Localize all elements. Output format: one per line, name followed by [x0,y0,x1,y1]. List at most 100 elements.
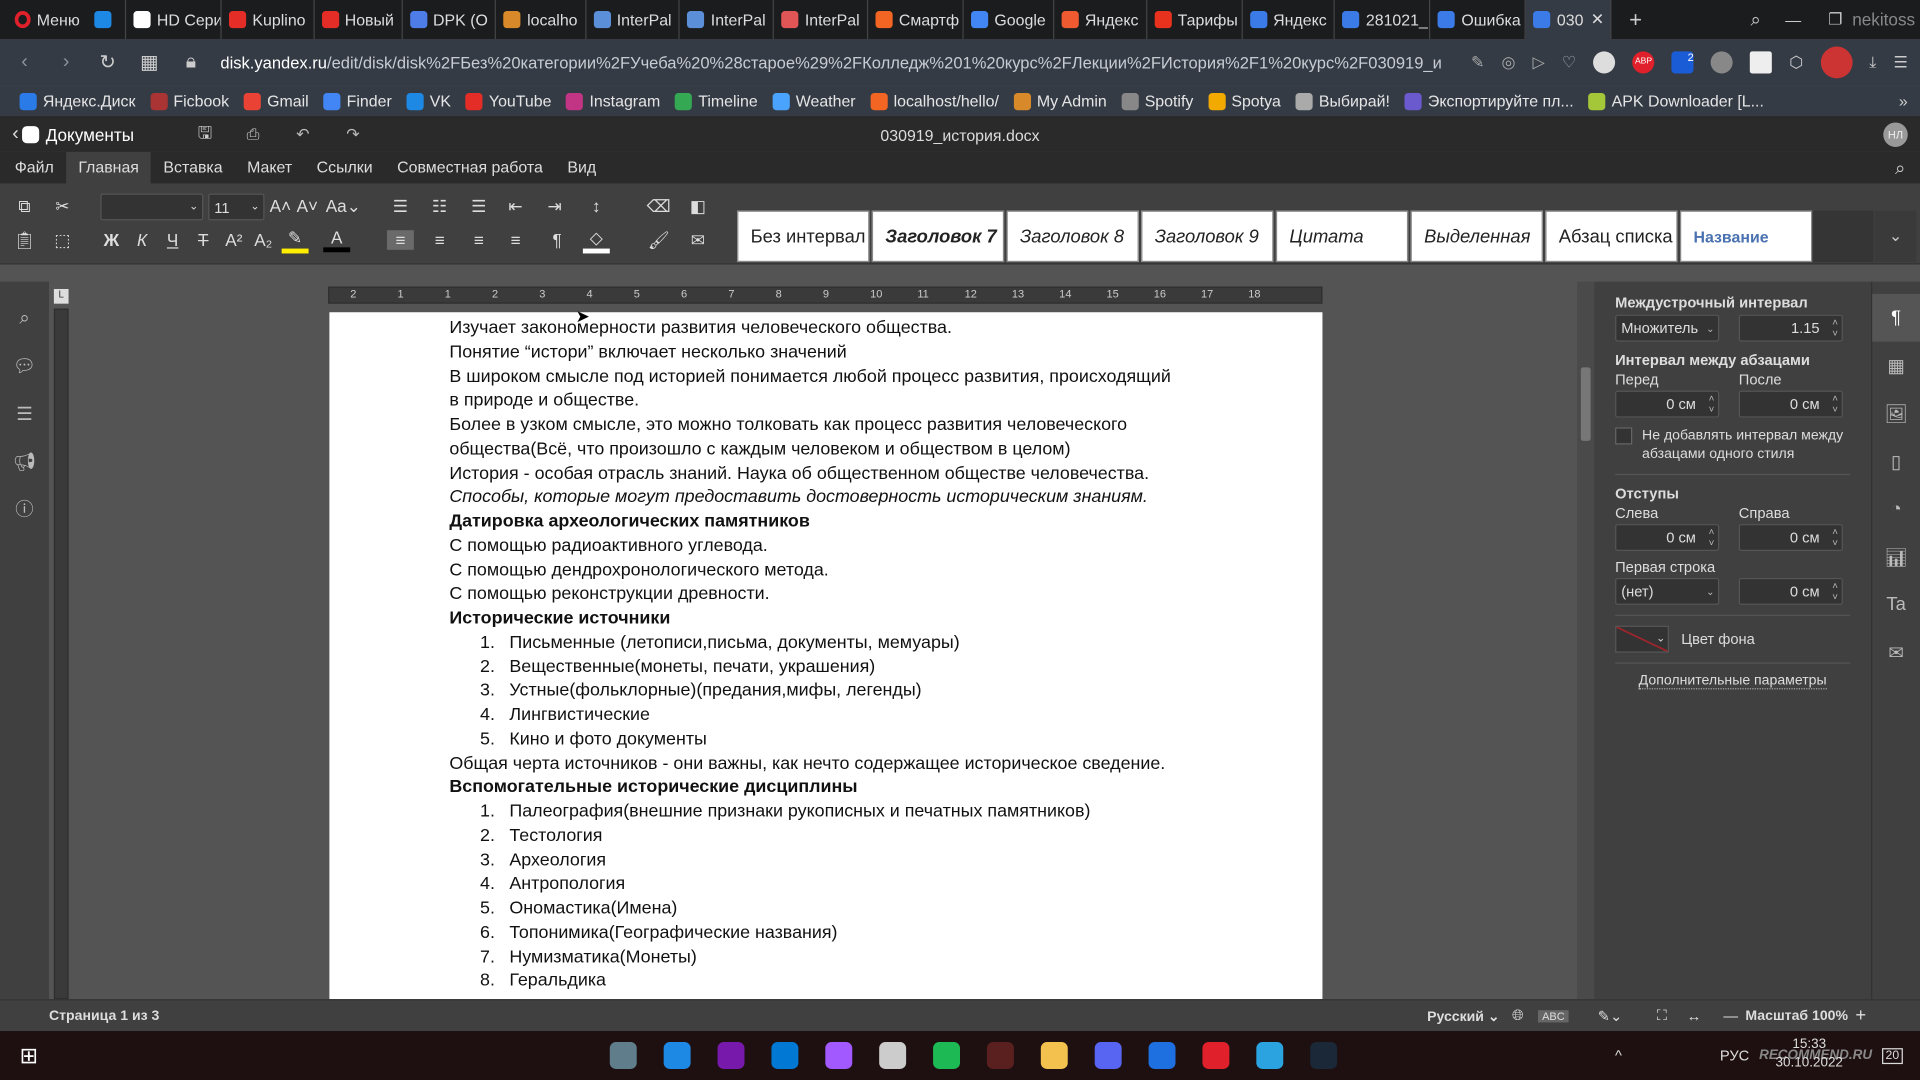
shading-icon[interactable]: ◇ [582,228,610,254]
browser-tab[interactable]: Яндекс [1054,0,1148,40]
search-tabs-icon[interactable]: ⌕ [1751,9,1761,30]
font-name-select[interactable]: ⌄ [100,193,204,221]
paste-icon[interactable]: 📋︎ [11,230,38,251]
subscript-icon[interactable]: A₂ [250,230,277,250]
profile-avatar[interactable] [1820,46,1853,79]
bookmark-item[interactable]: Timeline [668,92,766,110]
zoom-in-icon[interactable]: + [1855,1005,1866,1026]
send-icon[interactable]: ▷ [1533,53,1545,73]
taskbar-app-icon[interactable] [866,1031,920,1080]
clock[interactable]: 15:33 30.10.2022 [1776,1036,1843,1073]
line-spacing-mode-select[interactable]: Множитель ⌄ [1615,314,1720,342]
bold-icon[interactable]: Ж [98,230,125,250]
track-changes-icon[interactable]: ✎⌄ [1598,1007,1623,1024]
document-body[interactable]: Изучает закономерности развития человече… [449,317,1208,994]
bookmark-item[interactable]: Gmail [236,92,316,110]
browser-tab[interactable]: HD Сериал [126,0,222,40]
select-all-icon[interactable]: ⬚ [49,230,76,251]
line-spacing-icon[interactable]: ↕ [583,196,610,216]
url-input[interactable]: disk.yandex.ru/edit/disk/disk%2FБез%20ка… [220,53,1453,71]
header-footer-icon[interactable]: ▯ [1872,437,1920,485]
taskbar-app-icon[interactable] [974,1031,1028,1080]
color-scheme-icon[interactable]: ◧ [684,196,711,217]
increase-font-icon[interactable]: A˄ [267,196,294,216]
navigation-icon[interactable]: ☰ [0,389,49,437]
vpn-extension-icon[interactable] [1593,51,1616,74]
feedback-icon[interactable]: 📢︎ [0,437,49,485]
forward-icon[interactable]: › [54,51,78,73]
download-icon[interactable]: ⤓ [1869,53,1876,73]
bookmark-item[interactable]: Finder [316,92,399,110]
underline-icon[interactable]: Ч [159,230,186,250]
vertical-scrollbar[interactable] [1577,281,1595,1000]
taskbar-app-icon[interactable] [1189,1031,1243,1080]
browser-tab[interactable]: DPK (О [402,0,497,40]
bookmark-item[interactable]: VK [399,92,458,110]
document-page[interactable]: Изучает закономерности развития человече… [329,312,1323,1000]
bookmark-item[interactable]: Weather [765,92,863,110]
taskbar-app-icon[interactable] [596,1031,650,1080]
menu-tab[interactable]: Совместная работа [385,152,555,184]
paragraph-settings-icon[interactable]: ¶ [1872,293,1920,342]
italic-icon[interactable]: К [129,230,156,250]
extensions-cube-icon[interactable]: ⬡ [1789,53,1803,73]
minimize-icon[interactable]: — [1785,10,1801,28]
fit-width-icon[interactable]: ↔ [1687,1007,1702,1024]
browser-tab[interactable]: Ошибка [1431,0,1527,40]
more-bookmarks-icon[interactable]: » [1899,92,1908,110]
textart-settings-icon[interactable]: Ta [1872,580,1920,628]
user-avatar[interactable]: НЛ [1883,122,1908,147]
speed-dial-icon[interactable]: ▦ [137,50,161,74]
browser-tab-active[interactable]: 030 ✕ [1526,0,1612,40]
right-indent-input[interactable]: 0 см ˄ ˅ [1738,524,1843,552]
close-tab-icon[interactable]: ✕ [1591,10,1604,30]
input-language[interactable]: РУС [1720,1047,1749,1064]
restore-icon[interactable]: ❐ [1828,10,1842,30]
scrollbar-thumb[interactable] [1580,367,1591,441]
taskbar-app-icon[interactable] [758,1031,812,1080]
comments-icon[interactable]: 💬︎ [0,342,49,390]
bookmark-heart-icon[interactable]: ♡ [1562,53,1576,73]
adblock-extension-icon[interactable]: ABP [1632,51,1655,74]
easy-setup-icon[interactable]: ☰ [1893,53,1907,73]
style-preset[interactable]: Заголовок 8 [1006,210,1139,263]
background-color-picker[interactable]: ⌄ [1615,625,1669,653]
change-case-icon[interactable]: Aa⌄ [326,196,361,217]
browser-tab[interactable]: InterPal [680,0,775,40]
bookmark-item[interactable]: Ficbook [143,92,237,110]
bookmark-item[interactable]: Яндекс.Диск [12,92,143,110]
browser-tab[interactable]: localho [496,0,587,40]
notifications-button[interactable]: 20 [1881,1047,1903,1064]
line-spacing-value-input[interactable]: 1.15 ˄ ˅ [1738,314,1843,342]
back-icon[interactable]: ‹ [12,51,36,73]
tab-stop-selector[interactable]: L [53,288,69,304]
style-preset[interactable]: Название [1680,210,1813,263]
bullets-icon[interactable]: ☰ [387,196,414,217]
taskbar-app-icon[interactable] [920,1031,974,1080]
spacing-after-input[interactable]: 0 см ˄ ˅ [1738,390,1843,418]
fit-page-icon[interactable]: ⛶ [1657,1007,1667,1025]
edit-page-icon[interactable]: ✎ [1471,53,1484,73]
browser-tab[interactable]: Kuplino [222,0,315,40]
browser-tab[interactable] [87,0,127,40]
bookmark-item[interactable]: localhost/hello/ [863,92,1006,110]
numbering-icon[interactable]: ☷ [426,196,453,217]
first-line-value-input[interactable]: 0 см ˄ ˅ [1738,577,1843,605]
bookmark-item[interactable]: Экспортируйте пл... [1397,92,1581,110]
browser-tab[interactable]: Смартф [868,0,964,40]
shape-settings-icon[interactable]: ◔ [1872,485,1920,533]
bookmark-item[interactable]: Spotya [1201,92,1289,110]
taskbar-app-icon[interactable] [1243,1031,1297,1080]
strikethrough-icon[interactable]: T [190,230,217,250]
font-size-select[interactable]: 11 ⌄ [208,193,265,221]
decrease-font-icon[interactable]: A˅ [294,196,321,216]
menu-tab[interactable]: Файл [2,152,66,184]
menu-tab[interactable]: Макет [235,152,305,184]
zoom-out-icon[interactable]: — [1723,1007,1738,1024]
cut-icon[interactable]: ✂ [49,196,76,217]
table-settings-icon[interactable]: ▦ [1872,342,1920,390]
spacing-before-input[interactable]: 0 см ˄ ˅ [1615,390,1720,418]
copy-style-icon[interactable]: 🖌︎ [645,230,672,251]
browser-tab[interactable]: InterPal [586,0,681,40]
align-center-icon[interactable]: ≡ [426,230,453,250]
